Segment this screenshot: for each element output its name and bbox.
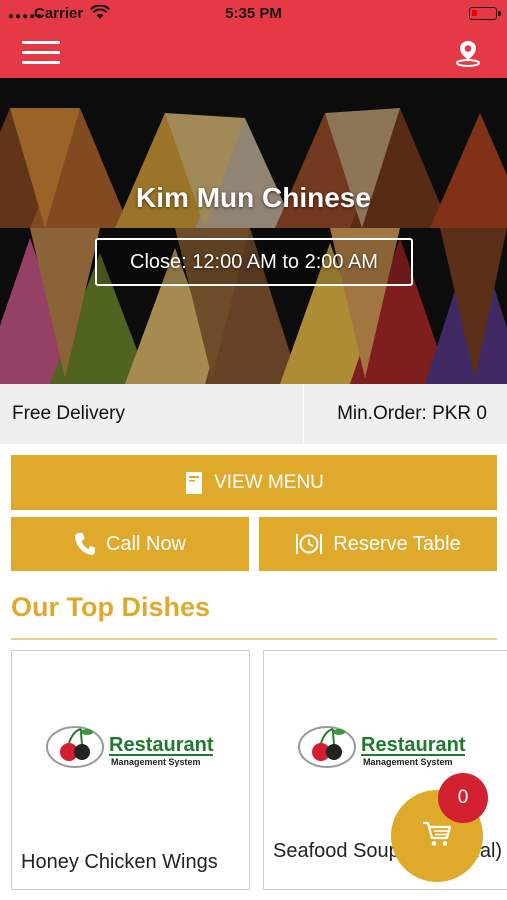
- min-order-label: Min.Order: PKR 0: [337, 403, 487, 424]
- logo-subtext: Management System: [363, 757, 453, 767]
- battery-icon: [469, 7, 501, 20]
- cart-count-badge: 0: [438, 773, 488, 823]
- call-now-button[interactable]: Call Now: [11, 517, 249, 571]
- shopping-cart-icon: [422, 820, 452, 853]
- top-navbar: [0, 28, 507, 78]
- delivery-label: Free Delivery: [12, 403, 125, 424]
- restaurant-name: Kim Mun Chinese: [136, 182, 371, 213]
- dish-name: Honey Chicken Wings: [21, 851, 218, 873]
- status-bar: ●●●●● Carrier 5:35 PM: [0, 0, 507, 28]
- clock-time: 5:35 PM: [225, 5, 282, 22]
- logo-subtext: Management System: [111, 757, 201, 767]
- view-menu-label: VIEW MENU: [214, 471, 324, 493]
- food-collage-image: [0, 78, 507, 384]
- logo-text: Restaurant: [361, 734, 466, 756]
- reserve-table-label: Reserve Table: [333, 532, 461, 555]
- call-now-label: Call Now: [105, 532, 187, 555]
- delivery-info-bar: Free Delivery Min.Order: PKR 0: [0, 384, 507, 444]
- dish-card[interactable]: Restaurant Management System Honey Chick…: [11, 650, 250, 890]
- restaurant-logo: Restaurant Management System: [297, 723, 469, 776]
- hamburger-menu-icon[interactable]: [22, 41, 62, 65]
- table-reservation-icon: [295, 531, 323, 557]
- section-title-top-dishes: Our Top Dishes: [11, 592, 211, 622]
- section-divider: [11, 638, 497, 640]
- opening-hours-box: Close: 12:00 AM to 2:00 AM: [95, 238, 413, 286]
- phone-icon: [74, 532, 96, 556]
- restaurant-banner: Kim Mun Chinese Close: 12:00 AM to 2:00 …: [0, 78, 507, 384]
- restaurant-logo: Restaurant Management System: [45, 723, 217, 776]
- info-divider: [303, 384, 304, 444]
- logo-text: Restaurant: [109, 734, 214, 756]
- menu-book-icon: [184, 471, 204, 495]
- reserve-table-button[interactable]: Reserve Table: [259, 517, 497, 571]
- location-pin-icon[interactable]: [453, 38, 483, 68]
- view-menu-button[interactable]: VIEW MENU: [11, 455, 497, 510]
